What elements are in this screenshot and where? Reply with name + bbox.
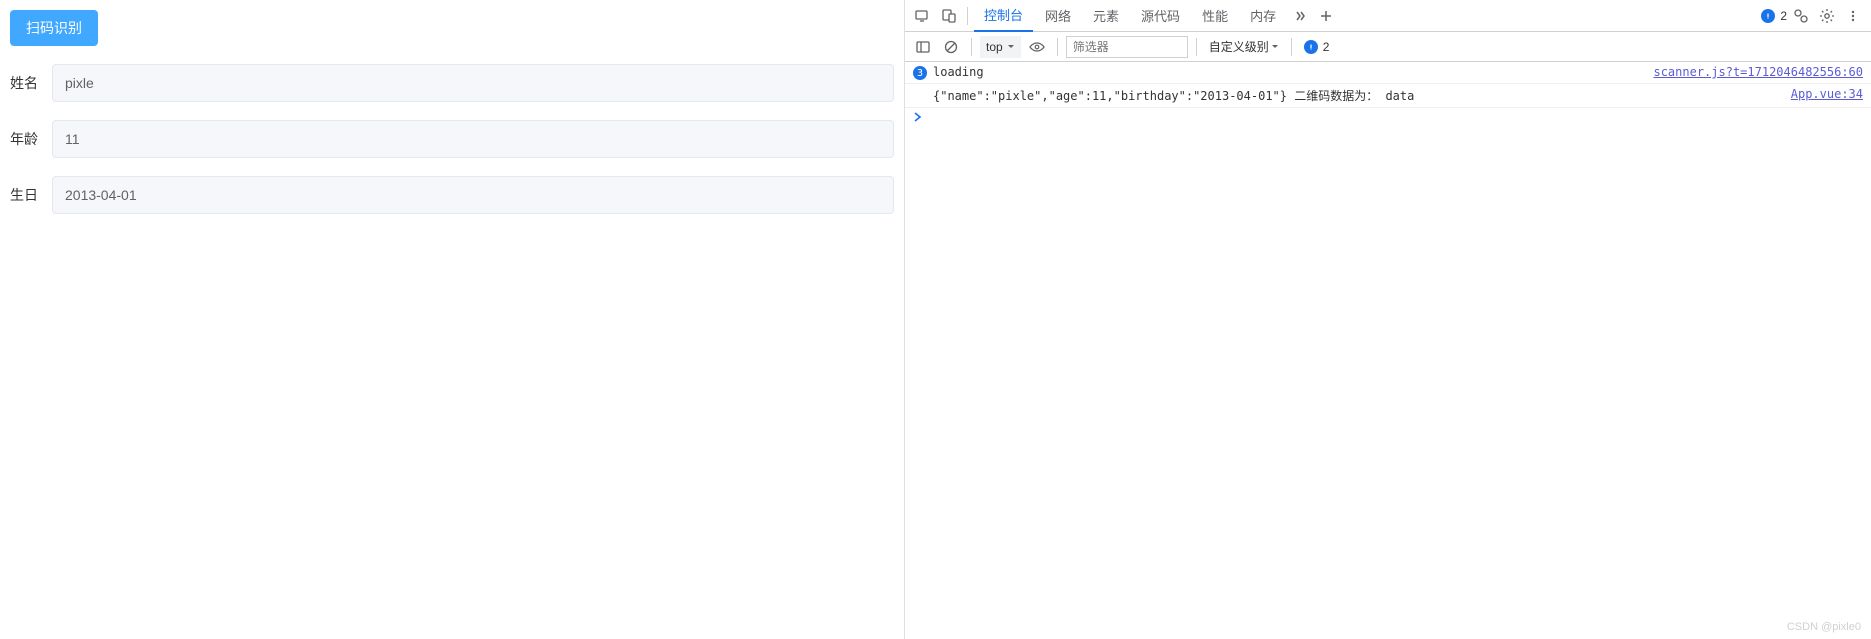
toolbar-divider-1 xyxy=(971,38,972,56)
context-selector[interactable]: top xyxy=(980,36,1021,58)
tabs-divider xyxy=(967,7,968,25)
message-count-badge: 3 xyxy=(913,66,927,80)
console-output: 3 loading scanner.js?t=1712046482556:60 … xyxy=(905,62,1871,639)
context-label: top xyxy=(986,40,1003,54)
name-label: 姓名 xyxy=(10,73,52,93)
log-level-label: 自定义级别 xyxy=(1209,38,1269,55)
form-row-age: 年龄 xyxy=(10,120,894,158)
hidden-badge-icon xyxy=(1304,40,1318,54)
app-panel: 扫码识别 姓名 年龄 生日 xyxy=(0,0,905,639)
toolbar-divider-2 xyxy=(1057,38,1058,56)
issues-badge-icon xyxy=(1761,9,1775,23)
tab-sources[interactable]: 源代码 xyxy=(1131,0,1190,32)
sidebar-toggle-icon[interactable] xyxy=(911,35,935,59)
birthday-input[interactable] xyxy=(52,176,894,214)
device-toggle-icon[interactable] xyxy=(911,4,935,28)
form-row-name: 姓名 xyxy=(10,64,894,102)
console-prompt[interactable] xyxy=(905,108,1871,126)
hidden-count: 2 xyxy=(1323,40,1330,54)
watermark-text: CSDN @pixle0 xyxy=(1787,621,1861,633)
chevron-down-icon xyxy=(1271,43,1279,51)
toolbar-divider-3 xyxy=(1196,38,1197,56)
tab-network[interactable]: 网络 xyxy=(1035,0,1081,32)
console-row[interactable]: {"name":"pixle","age":11,"birthday":"201… xyxy=(905,84,1871,108)
chevron-down-icon xyxy=(1007,43,1015,51)
toolbar-divider-4 xyxy=(1291,38,1292,56)
tab-performance[interactable]: 性能 xyxy=(1192,0,1238,32)
tab-memory[interactable]: 内存 xyxy=(1240,0,1286,32)
settings-icon-1[interactable] xyxy=(1789,4,1813,28)
console-source-link[interactable]: App.vue:34 xyxy=(1791,87,1863,101)
log-level-selector[interactable]: 自定义级别 xyxy=(1205,38,1283,55)
tab-elements[interactable]: 元素 xyxy=(1083,0,1129,32)
devtools-panel: 控制台 网络 元素 源代码 性能 内存 2 xyxy=(905,0,1871,639)
add-tab-icon[interactable] xyxy=(1314,4,1338,28)
chevron-right-icon xyxy=(913,112,923,122)
devtools-tabs: 控制台 网络 元素 源代码 性能 内存 2 xyxy=(905,0,1871,32)
console-row[interactable]: 3 loading scanner.js?t=1712046482556:60 xyxy=(905,62,1871,84)
more-tabs-icon[interactable] xyxy=(1288,4,1312,28)
kebab-menu-icon[interactable] xyxy=(1841,4,1865,28)
age-label: 年龄 xyxy=(10,129,52,149)
tab-console[interactable]: 控制台 xyxy=(974,0,1033,32)
gear-icon[interactable] xyxy=(1815,4,1839,28)
issues-badge[interactable]: 2 xyxy=(1761,9,1787,23)
form-row-birthday: 生日 xyxy=(10,176,894,214)
clear-console-icon[interactable] xyxy=(939,35,963,59)
name-input[interactable] xyxy=(52,64,894,102)
console-source-link[interactable]: scanner.js?t=1712046482556:60 xyxy=(1653,65,1863,79)
hidden-messages-badge[interactable]: 2 xyxy=(1304,40,1330,54)
eye-icon[interactable] xyxy=(1025,35,1049,59)
birthday-label: 生日 xyxy=(10,185,52,205)
console-message-text: loading xyxy=(933,65,1653,79)
console-message-text: {"name":"pixle","age":11,"birthday":"201… xyxy=(933,87,1791,104)
scan-button[interactable]: 扫码识别 xyxy=(10,10,98,46)
filter-input[interactable] xyxy=(1066,36,1188,58)
console-toolbar: top 自定义级别 2 xyxy=(905,32,1871,62)
responsive-toggle-icon[interactable] xyxy=(937,4,961,28)
issues-count: 2 xyxy=(1780,9,1787,23)
age-input[interactable] xyxy=(52,120,894,158)
